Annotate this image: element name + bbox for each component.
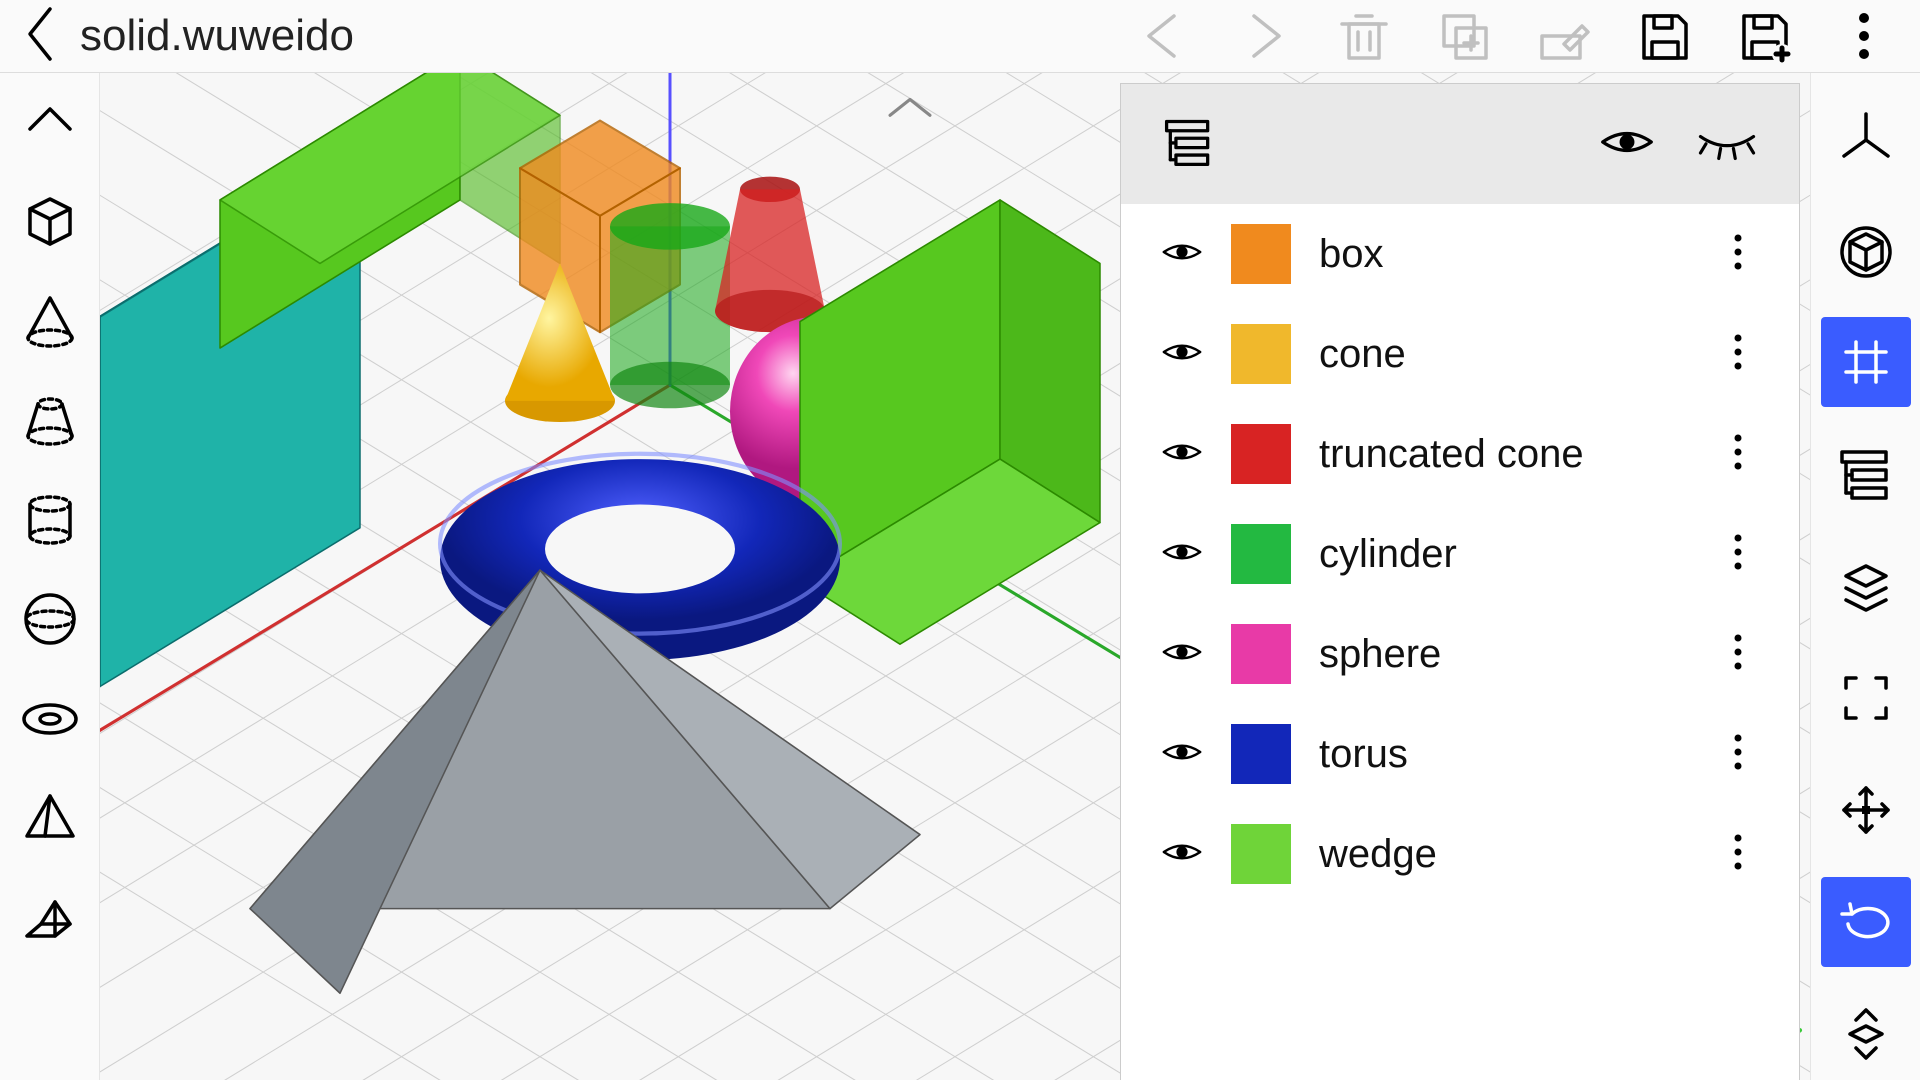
outline-list: box cone truncated cone cylinder sphere torus… — [1121, 204, 1799, 1080]
outline-item-label: wedge — [1319, 832, 1689, 877]
grid-button[interactable] — [1821, 317, 1911, 407]
outline-item-label: cylinder — [1319, 532, 1689, 577]
item-menu-button[interactable] — [1717, 831, 1759, 878]
edit-button[interactable] — [1528, 0, 1600, 72]
visibility-toggle-icon[interactable] — [1161, 831, 1203, 878]
outline-item[interactable]: sphere — [1121, 604, 1799, 704]
outline-item[interactable]: wedge — [1121, 804, 1799, 904]
visibility-toggle-icon[interactable] — [1161, 231, 1203, 278]
scene-wedge-green-right — [800, 200, 1100, 644]
fullscreen-button[interactable] — [1821, 653, 1911, 743]
show-all-icon[interactable] — [1599, 122, 1655, 167]
outline-item[interactable]: cylinder — [1121, 504, 1799, 604]
outline-item[interactable]: cone — [1121, 304, 1799, 404]
shape-toolbar — [0, 73, 100, 1080]
outline-item-label: torus — [1319, 732, 1689, 777]
shape-box-button[interactable] — [10, 179, 90, 259]
delete-button[interactable] — [1328, 0, 1400, 72]
shape-torus-button[interactable] — [10, 679, 90, 759]
shape-pyramid-button[interactable] — [10, 779, 90, 859]
hide-all-icon[interactable] — [1695, 122, 1759, 167]
duplicate-button[interactable] — [1428, 0, 1500, 72]
visibility-toggle-icon[interactable] — [1161, 431, 1203, 478]
file-name: solid.wuweido — [80, 11, 354, 61]
visibility-toggle-icon[interactable] — [1161, 731, 1203, 778]
item-menu-button[interactable] — [1717, 531, 1759, 578]
item-menu-button[interactable] — [1717, 631, 1759, 678]
shape-cylinder-button[interactable] — [10, 479, 90, 559]
outline-tree-icon[interactable] — [1161, 114, 1217, 175]
collapse-up-button[interactable] — [10, 79, 90, 159]
outline-toggle-button[interactable] — [1821, 429, 1911, 519]
scene-wedge-green-back — [220, 73, 560, 348]
color-swatch — [1231, 624, 1291, 684]
save-as-button[interactable] — [1728, 0, 1800, 72]
outline-item-label: sphere — [1319, 632, 1689, 677]
scene-cylinder — [610, 203, 730, 408]
shape-sphere-button[interactable] — [10, 579, 90, 659]
visibility-toggle-icon[interactable] — [1161, 631, 1203, 678]
item-menu-button[interactable] — [1717, 431, 1759, 478]
color-swatch — [1231, 724, 1291, 784]
outline-header — [1121, 84, 1799, 204]
redo-button[interactable] — [1228, 0, 1300, 72]
view-toolbar — [1810, 73, 1920, 1080]
visibility-toggle-icon[interactable] — [1161, 531, 1203, 578]
item-menu-button[interactable] — [1717, 231, 1759, 278]
shape-truncated-cone-button[interactable] — [10, 379, 90, 459]
color-swatch — [1231, 424, 1291, 484]
viewport-3d[interactable]: box cone truncated cone cylinder sphere torus… — [100, 73, 1810, 1080]
item-menu-button[interactable] — [1717, 731, 1759, 778]
move-tool-button[interactable] — [1821, 765, 1911, 855]
view-cube-button[interactable] — [1821, 205, 1911, 295]
outline-item[interactable]: torus — [1121, 704, 1799, 804]
outline-item[interactable]: box — [1121, 204, 1799, 304]
outline-panel: box cone truncated cone cylinder sphere torus… — [1120, 83, 1800, 1080]
item-menu-button[interactable] — [1717, 331, 1759, 378]
color-swatch — [1231, 324, 1291, 384]
back-button[interactable] — [20, 4, 60, 69]
shape-wedge-button[interactable] — [10, 879, 90, 959]
scene-pyramid — [250, 570, 920, 993]
layers-button[interactable] — [1821, 541, 1911, 631]
top-toolbar: solid.wuweido — [0, 0, 1920, 73]
color-swatch — [1231, 224, 1291, 284]
undo-button[interactable] — [1128, 0, 1200, 72]
scale-tool-button[interactable] — [1821, 989, 1911, 1079]
outline-item-label: truncated cone — [1319, 432, 1689, 477]
shape-cone-button[interactable] — [10, 279, 90, 359]
color-swatch — [1231, 824, 1291, 884]
outline-item-label: box — [1319, 232, 1689, 277]
color-swatch — [1231, 524, 1291, 584]
overflow-menu-button[interactable] — [1828, 0, 1900, 72]
save-button[interactable] — [1628, 0, 1700, 72]
outline-item[interactable]: truncated cone — [1121, 404, 1799, 504]
axes-button[interactable] — [1821, 93, 1911, 183]
scene-truncated-cone — [715, 177, 825, 332]
outline-item-label: cone — [1319, 332, 1689, 377]
rotate-tool-button[interactable] — [1821, 877, 1911, 967]
visibility-toggle-icon[interactable] — [1161, 331, 1203, 378]
